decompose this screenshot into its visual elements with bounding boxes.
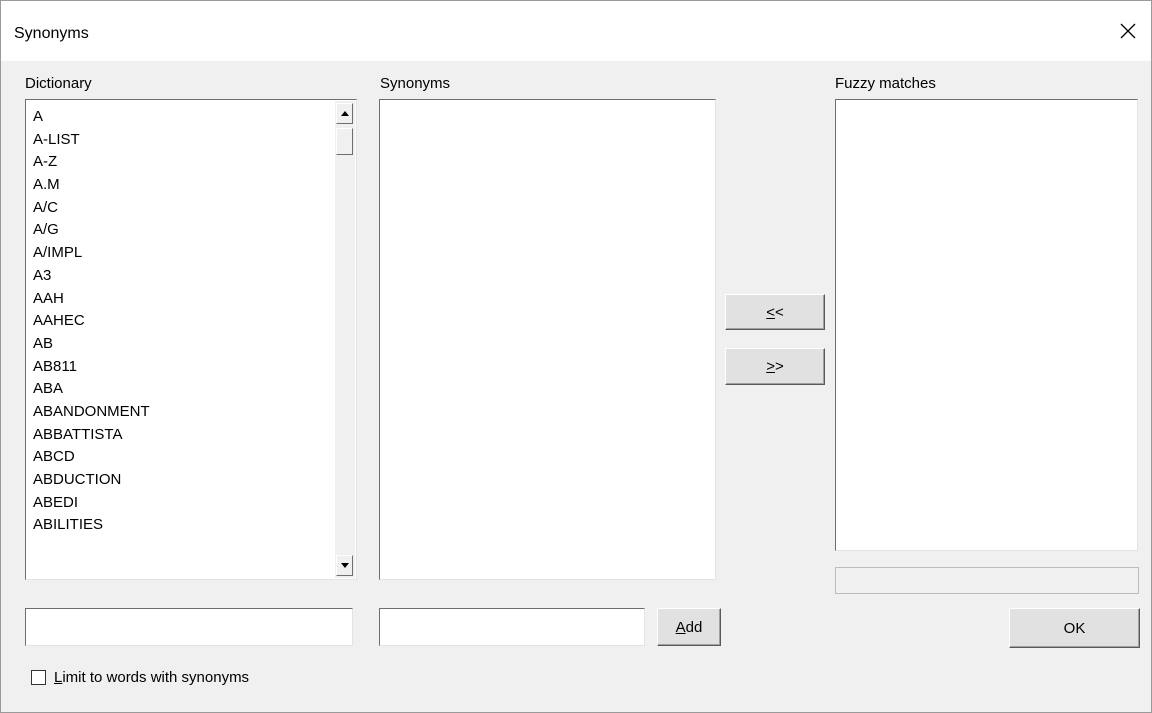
synonyms-dialog: Synonyms Dictionary Synonyms Fuzzy match… <box>0 0 1152 713</box>
close-button[interactable] <box>1105 11 1151 51</box>
synonyms-list[interactable] <box>379 99 716 580</box>
dictionary-item[interactable]: ABDUCTION <box>33 469 334 492</box>
dictionary-label: Dictionary <box>25 75 92 92</box>
dictionary-item[interactable]: ABA <box>33 378 334 401</box>
dictionary-item[interactable]: AAH <box>33 288 334 311</box>
progress-bar <box>835 567 1139 594</box>
move-right-label: > <box>775 358 784 375</box>
dictionary-item[interactable]: A/G <box>33 219 334 242</box>
dictionary-item[interactable]: ABCD <box>33 446 334 469</box>
synonyms-label: Synonyms <box>380 75 451 92</box>
dictionary-item[interactable]: AB811 <box>33 356 334 379</box>
scroll-down-button[interactable] <box>336 555 353 576</box>
arrow-down-icon <box>340 563 349 568</box>
dictionary-item[interactable]: A3 <box>33 265 334 288</box>
move-left-accel: < <box>766 303 775 321</box>
add-label: dd <box>685 618 703 636</box>
move-right-accel: > <box>766 358 775 375</box>
dictionary-item[interactable]: ABANDONMENT <box>33 401 334 424</box>
title-bar: Synonyms <box>1 1 1151 61</box>
dictionary-item[interactable]: A <box>33 106 334 129</box>
dictionary-items: A A-LIST A-Z A.M A/C A/G A/IMPL A3 AAH AAHEC AB AB8… <box>26 100 334 579</box>
fuzzy-matches-label: Fuzzy matches <box>835 75 936 92</box>
dictionary-item[interactable]: A-Z <box>33 151 334 174</box>
limit-to-synonyms-label: Limit to words with synonyms <box>54 669 249 686</box>
fuzzy-matches-list[interactable] <box>835 99 1138 551</box>
scroll-thumb[interactable] <box>336 128 353 155</box>
dictionary-item[interactable]: ABEDI <box>33 492 334 515</box>
dictionary-item[interactable]: AAHEC <box>33 310 334 333</box>
dictionary-list[interactable]: A A-LIST A-Z A.M A/C A/G A/IMPL A3 AAH AAHEC AB AB8… <box>25 99 357 580</box>
limit-to-synonyms-checkbox[interactable] <box>31 670 46 685</box>
limit-label-text: imit to words with synonyms <box>62 669 250 686</box>
close-icon <box>1120 23 1136 39</box>
dictionary-item[interactable]: ABBATTISTA <box>33 424 334 447</box>
synonym-entry-input[interactable] <box>380 609 644 645</box>
move-left-button[interactable]: < < <box>725 294 825 330</box>
dictionary-search-input[interactable] <box>26 609 352 645</box>
dictionary-item[interactable]: A/C <box>33 197 334 220</box>
window-title: Synonyms <box>14 25 89 42</box>
arrow-up-icon <box>340 111 349 116</box>
limit-to-synonyms-option[interactable]: Limit to words with synonyms <box>31 669 249 686</box>
move-right-button[interactable]: > > <box>725 348 825 385</box>
dictionary-item[interactable]: AB <box>33 333 334 356</box>
dictionary-item[interactable]: A-LIST <box>33 129 334 152</box>
dictionary-scrollbar[interactable] <box>335 101 355 578</box>
add-button[interactable]: Add <box>657 608 721 646</box>
move-left-label: < <box>775 303 784 321</box>
scroll-up-button[interactable] <box>336 103 353 124</box>
dictionary-item[interactable]: ABILITIES <box>33 514 334 537</box>
synonym-entry-field[interactable] <box>379 608 645 646</box>
dictionary-item[interactable]: A.M <box>33 174 334 197</box>
dictionary-search-field[interactable] <box>25 608 353 646</box>
ok-button[interactable]: OK <box>1009 608 1140 648</box>
add-accel: A <box>675 618 686 636</box>
dictionary-item[interactable]: A/IMPL <box>33 242 334 265</box>
